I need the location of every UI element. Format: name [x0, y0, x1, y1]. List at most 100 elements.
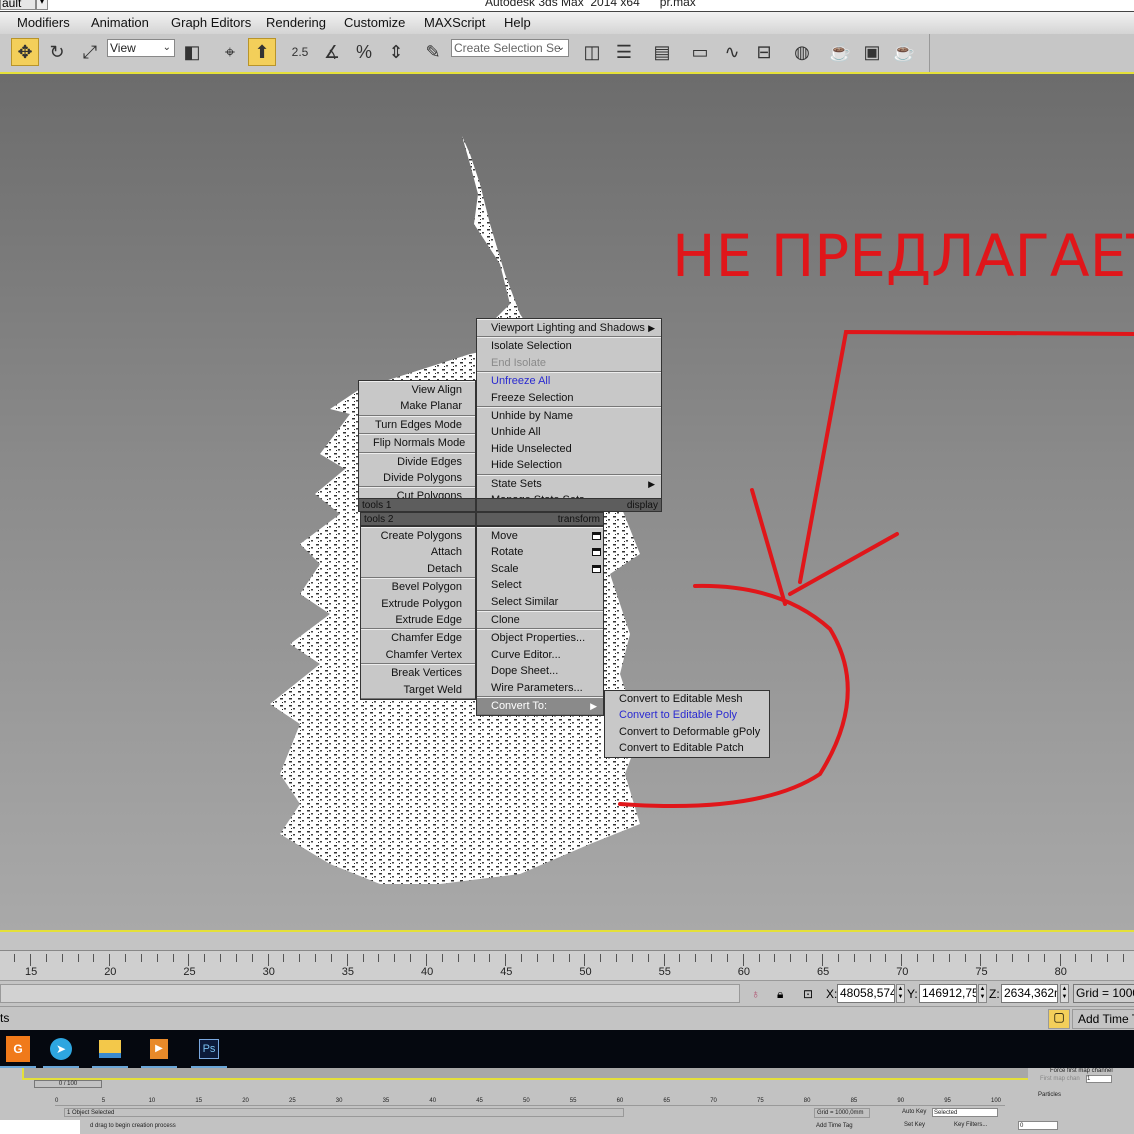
- taskbar-photoshop[interactable]: Ps: [191, 1030, 227, 1068]
- menu-item-rotate[interactable]: Rotate: [477, 544, 603, 560]
- menu-item-viewport-lighting-and-shadows[interactable]: Viewport Lighting and Shadows ▶: [477, 320, 661, 336]
- settings-box-icon[interactable]: [592, 564, 601, 573]
- y-coordinate-field[interactable]: 146912,75: [919, 984, 977, 1003]
- menu-item-select[interactable]: Select: [477, 577, 603, 593]
- named-selection-set-dropdown[interactable]: Create Selection Se ⌄: [451, 39, 569, 57]
- mini-add-time-tag[interactable]: Add Time Tag: [816, 1122, 853, 1131]
- z-coordinate-field[interactable]: 2634,362m: [1001, 984, 1058, 1003]
- menu-item-make-planar[interactable]: Make Planar: [359, 398, 475, 414]
- angle-snap-icon[interactable]: ∡: [318, 38, 346, 66]
- menu-item-convert-to[interactable]: Convert To: ▶: [477, 697, 603, 715]
- menu-item-convert-to-editable-patch[interactable]: Convert to Editable Patch: [605, 740, 769, 756]
- align-icon[interactable]: ☰: [610, 38, 638, 66]
- layer-manager-icon[interactable]: ▤: [648, 38, 676, 66]
- current-frame-field[interactable]: 0: [1018, 1121, 1058, 1130]
- first-map-field[interactable]: 1: [1086, 1075, 1112, 1083]
- scale-icon[interactable]: ⤢: [76, 38, 104, 66]
- menu-item-break-vertices[interactable]: Break Vertices: [361, 665, 475, 681]
- material-editor-icon[interactable]: ◍: [788, 38, 816, 66]
- menu-item-chamfer-edge[interactable]: Chamfer Edge: [361, 630, 475, 646]
- menu-item-clone[interactable]: Clone: [477, 612, 603, 628]
- menu-item-state-sets[interactable]: State Sets ▶: [477, 476, 661, 492]
- menu-item-divide-edges[interactable]: Divide Edges: [359, 454, 475, 470]
- menu-maxscript[interactable]: MAXScript: [424, 15, 485, 30]
- force-map-checkbox[interactable]: Force first map channel: [1050, 1068, 1113, 1074]
- key-filters-button[interactable]: Key Filters...: [954, 1122, 987, 1128]
- rendered-frame-window-icon[interactable]: ▣: [858, 38, 886, 66]
- mini-timeline[interactable]: 0 5 10 15 20 25 30 35 40 45 50 55 60 65 70 75 80 85 90 95 10…: [55, 1090, 1005, 1106]
- menu-item-object-properties[interactable]: Object Properties...: [477, 630, 603, 646]
- lock-icon[interactable]: 🔒︎: [777, 987, 783, 1002]
- z-spinner[interactable]: ▲ ▼: [1060, 984, 1069, 1003]
- timeline-ruler[interactable]: 15 20 25 30 35 40 45 50 55 60 65 70 75 80: [0, 950, 1134, 980]
- menu-graph-editors[interactable]: Graph Editors: [171, 15, 251, 30]
- menu-modifiers[interactable]: Modifiers: [17, 15, 70, 30]
- add-time-tag-button[interactable]: Add Time Ta: [1072, 1009, 1134, 1029]
- transform-gizmo-icon[interactable]: ⌖: [216, 38, 244, 66]
- manipulate-icon[interactable]: ⬆: [248, 38, 276, 66]
- menu-item-extrude-polygon[interactable]: Extrude Polygon: [361, 596, 475, 612]
- menu-item-unhide-all[interactable]: Unhide All: [477, 424, 661, 440]
- absolute-mode-icon[interactable]: ⊡: [803, 987, 813, 1001]
- menu-item-end-isolate[interactable]: End Isolate: [477, 355, 661, 371]
- menu-item-extrude-edge[interactable]: Extrude Edge: [361, 612, 475, 628]
- menu-item-chamfer-vertex[interactable]: Chamfer Vertex: [361, 647, 475, 663]
- menu-item-bevel-polygon[interactable]: Bevel Polygon: [361, 579, 475, 595]
- menu-item-convert-to-editable-poly[interactable]: Convert to Editable Poly: [605, 707, 769, 723]
- menu-item-divide-polygons[interactable]: Divide Polygons: [359, 470, 475, 486]
- menu-item-hide-unselected[interactable]: Hide Unselected: [477, 441, 661, 457]
- time-slider[interactable]: 0 / 100: [34, 1080, 102, 1088]
- minimized-window-controls[interactable]: [0, 1120, 80, 1134]
- x-coordinate-field[interactable]: 48058,574: [837, 984, 895, 1003]
- reference-coordinate-dropdown[interactable]: View ⌄: [107, 39, 175, 57]
- curve-editor-icon[interactable]: ∿: [718, 38, 746, 66]
- menu-item-select-similar[interactable]: Select Similar: [477, 594, 603, 610]
- menu-item-wire-parameters[interactable]: Wire Parameters...: [477, 680, 603, 696]
- settings-box-icon[interactable]: [592, 532, 601, 540]
- menu-item-attach[interactable]: Attach: [361, 544, 475, 560]
- menu-item-detach[interactable]: Detach: [361, 561, 475, 577]
- menu-item-hide-selection[interactable]: Hide Selection: [477, 457, 661, 473]
- settings-box-icon[interactable]: [592, 548, 601, 557]
- menu-animation[interactable]: Animation: [91, 15, 149, 30]
- taskbar-file-explorer[interactable]: [92, 1030, 128, 1068]
- menu-item-unhide-by-name[interactable]: Unhide by Name: [477, 408, 661, 424]
- percent-snap-icon[interactable]: %: [350, 38, 378, 66]
- edit-named-selection-icon[interactable]: ✎: [419, 38, 447, 66]
- auto-key-button[interactable]: Auto Key: [902, 1109, 926, 1115]
- menu-item-freeze-selection[interactable]: Freeze Selection: [477, 390, 661, 406]
- menu-help[interactable]: Help: [504, 15, 531, 30]
- render-production-icon[interactable]: ☕: [890, 38, 918, 66]
- menu-item-move[interactable]: Move: [477, 528, 603, 544]
- snap-toggle-icon[interactable]: 2.5: [286, 38, 314, 66]
- menu-item-isolate-selection[interactable]: Isolate Selection: [477, 338, 661, 354]
- menu-item-target-weld[interactable]: Target Weld: [361, 682, 475, 698]
- menu-item-dope-sheet[interactable]: Dope Sheet...: [477, 663, 603, 679]
- x-spinner[interactable]: ▲ ▼: [896, 984, 905, 1003]
- key-mode-dropdown[interactable]: Selected: [932, 1108, 998, 1117]
- isolate-toggle-icon[interactable]: ♁: [751, 987, 760, 1001]
- pivot-center-icon[interactable]: ◧: [178, 38, 206, 66]
- menu-item-scale[interactable]: Scale: [477, 561, 603, 577]
- taskbar-telegram[interactable]: ➤: [43, 1030, 79, 1068]
- time-tag-icon[interactable]: ▢: [1048, 1009, 1070, 1029]
- taskbar-foxit-pdf[interactable]: G: [0, 1030, 36, 1068]
- workspace-dropdown-arrow[interactable]: ▾: [36, 0, 48, 10]
- set-key-button[interactable]: Set Key: [904, 1122, 925, 1128]
- menu-rendering[interactable]: Rendering: [266, 15, 326, 30]
- menu-item-view-align[interactable]: View Align: [359, 382, 475, 398]
- menu-item-create-polygons[interactable]: Create Polygons: [361, 528, 475, 544]
- render-setup-icon[interactable]: ☕: [826, 38, 854, 66]
- menu-item-curve-editor[interactable]: Curve Editor...: [477, 647, 603, 663]
- menu-item-turn-edges-mode[interactable]: Turn Edges Mode: [359, 417, 475, 433]
- y-spinner[interactable]: ▲ ▼: [978, 984, 987, 1003]
- menu-item-convert-to-editable-mesh[interactable]: Convert to Editable Mesh: [605, 691, 769, 707]
- select-move-icon[interactable]: ✥: [11, 38, 39, 66]
- taskbar-media-player[interactable]: ▶: [141, 1030, 177, 1068]
- menu-item-convert-to-deformable-gpoly[interactable]: Convert to Deformable gPoly: [605, 724, 769, 740]
- schematic-view-icon[interactable]: ⊟: [750, 38, 778, 66]
- menu-item-unfreeze-all[interactable]: Unfreeze All: [477, 373, 661, 389]
- workspace-dropdown[interactable]: ault: [0, 0, 36, 10]
- menu-customize[interactable]: Customize: [344, 15, 405, 30]
- scene-explorer-icon[interactable]: ▭: [686, 38, 714, 66]
